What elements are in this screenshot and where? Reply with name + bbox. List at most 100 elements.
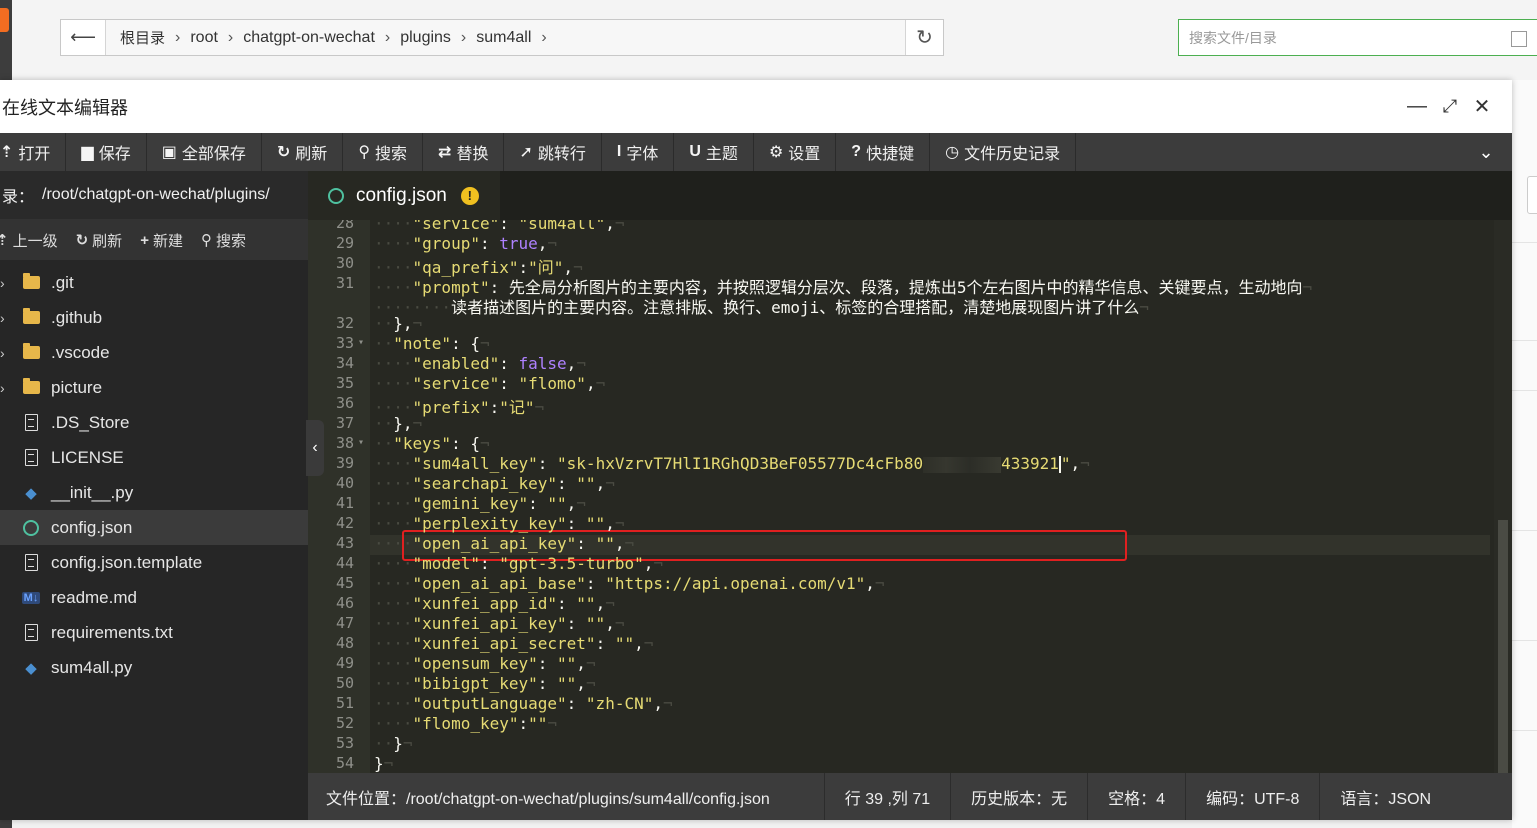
status-encoding[interactable]: 编码：UTF-8 xyxy=(1186,773,1321,820)
file-tree-item[interactable]: LICENSE xyxy=(0,440,308,475)
gear-icon: ⚙ xyxy=(768,144,784,161)
vertical-scrollbar[interactable] xyxy=(1494,220,1512,773)
file-tree-item[interactable]: M↓ readme.md xyxy=(0,580,308,615)
toolbar-history-button[interactable]: ◷ 文件历史记录 xyxy=(930,133,1077,171)
sidebar-action-plus[interactable]: + 新建 xyxy=(140,230,183,251)
scrollbar-thumb[interactable] xyxy=(1498,520,1508,773)
chevron-right-icon: › xyxy=(227,28,234,46)
editor-title: 在线文本编辑器 xyxy=(2,97,128,118)
line-number: 34 xyxy=(335,354,354,372)
line-number: 46 xyxy=(335,594,354,612)
chevron-down-icon[interactable]: ⌄ xyxy=(1460,133,1512,171)
toolbar-label: 字体 xyxy=(626,146,659,163)
toolbar-font-button[interactable]: I 字体 xyxy=(602,133,675,171)
file-name: requirements.txt xyxy=(51,622,173,642)
breadcrumb-item[interactable]: root xyxy=(184,29,224,47)
toolbar-refresh-button[interactable]: ↻ 刷新 xyxy=(262,133,344,171)
save-all-icon: ▣ xyxy=(161,144,177,161)
tab-label: config.json xyxy=(356,184,447,206)
sidebar-action-search[interactable]: ⚲ 搜索 xyxy=(201,230,246,251)
file-tree-item[interactable]: ◆ __init__.py xyxy=(0,475,308,510)
file-tree-item[interactable]: .DS_Store xyxy=(0,405,308,440)
toolbar-label: 跳转行 xyxy=(537,146,586,163)
search-checkbox[interactable] xyxy=(1511,31,1527,47)
file-tree-item[interactable]: ◆ sum4all.py xyxy=(0,650,308,685)
refresh-icon: ↻ xyxy=(276,144,291,161)
toolbar-upload-button[interactable]: ⇡ 打开 xyxy=(0,133,67,171)
status-indent[interactable]: 空格：4 xyxy=(1088,773,1187,820)
folder-icon xyxy=(22,378,40,397)
status-bar: 文件位置：/root/chatgpt-on-wechat/plugins/sum… xyxy=(308,773,1512,820)
code-editor[interactable]: 28 29 30 31 32 33 ▾ 34 35 36 37 38 ▾ 39 40 41 42 43 44 45 46… xyxy=(308,220,1494,773)
toolbar-save-button[interactable]: ▆ 保存 xyxy=(66,133,147,171)
plus-icon: + xyxy=(140,231,149,249)
fold-arrow-icon[interactable]: ▾ xyxy=(358,437,364,448)
file-tree-item[interactable]: › .git xyxy=(0,265,308,300)
chevron-right-icon: › xyxy=(175,28,181,46)
chevron-right-icon[interactable]: › xyxy=(0,345,5,361)
file-tree-item[interactable]: config.json.template xyxy=(0,545,308,580)
breadcrumb-item[interactable]: sum4all xyxy=(470,29,537,47)
help-icon: ? xyxy=(851,143,862,160)
file-tree-item[interactable]: › .vscode xyxy=(0,335,308,370)
file-tree-item[interactable]: › picture xyxy=(0,370,308,405)
toolbar-goto-line-button[interactable]: ➚ 跳转行 xyxy=(504,133,602,171)
file-search-input[interactable]: 搜索文件/目录 xyxy=(1178,19,1537,56)
line-number: 32 xyxy=(335,314,354,332)
document-icon xyxy=(22,449,40,467)
code-line: ····"service": "sum4all",¬ xyxy=(374,220,625,233)
chevron-right-icon[interactable]: › xyxy=(0,310,5,326)
document-icon xyxy=(22,624,40,642)
fold-arrow-icon[interactable]: ▾ xyxy=(358,337,364,348)
minimize-icon[interactable]: — xyxy=(1405,94,1429,118)
folder-icon xyxy=(22,273,40,292)
file-name: LICENSE xyxy=(51,447,124,467)
sidebar-path-label: 目录： xyxy=(0,189,35,206)
tab-config-json[interactable]: config.json ! xyxy=(308,171,500,220)
status-history[interactable]: 历史版本：无 xyxy=(951,773,1089,820)
toolbar-replace-button[interactable]: ⇄ 替换 xyxy=(423,133,505,171)
toolbar-theme-button[interactable]: U 主题 xyxy=(674,133,754,171)
status-language[interactable]: 语言：JSON xyxy=(1320,773,1451,820)
file-tree-item[interactable]: requirements.txt xyxy=(0,615,308,650)
breadcrumb-item[interactable]: 根目录 xyxy=(114,27,171,48)
file-manager-list-edge: 每 xyxy=(1512,80,1537,828)
file-tree-item[interactable]: config.json xyxy=(0,510,308,545)
file-name: .github xyxy=(51,307,103,327)
code-line: ····"opensum_key": "",¬ xyxy=(374,654,596,673)
chevron-right-icon[interactable]: › xyxy=(0,275,5,291)
sidebar-action-refresh[interactable]: ↻ 刷新 xyxy=(76,230,123,251)
back-arrow-icon[interactable]: ⟵ xyxy=(61,20,106,55)
chevron-right-icon[interactable]: › xyxy=(0,380,5,396)
toolbar-label: 保存 xyxy=(98,146,131,163)
code-line: ··},¬ xyxy=(374,414,423,433)
breadcrumb-item[interactable]: chatgpt-on-wechat xyxy=(237,29,381,47)
file-tree-item[interactable]: › .github xyxy=(0,300,308,335)
code-line: ····"perplexity_key": "",¬ xyxy=(374,514,625,533)
goto-line-icon: ➚ xyxy=(519,144,533,161)
line-number: 47 xyxy=(335,614,354,632)
history-icon: ◷ xyxy=(945,144,960,161)
toolbar-gear-button[interactable]: ⚙ 设置 xyxy=(754,133,837,171)
close-icon[interactable]: ✕ xyxy=(1470,94,1494,118)
up-level-icon: ⇡ xyxy=(0,232,9,249)
toolbar-help-button[interactable]: ? 快捷键 xyxy=(836,133,931,171)
list-scroll-control[interactable] xyxy=(1527,176,1537,214)
search-icon: ⚲ xyxy=(358,144,371,161)
toolbar-save-all-button[interactable]: ▣ 全部保存 xyxy=(147,133,262,171)
line-number: 30 xyxy=(335,254,354,272)
breadcrumb-item[interactable]: plugins xyxy=(394,29,457,47)
code-line: ····"model": "gpt-3.5-turbo",¬ xyxy=(374,554,664,573)
file-name: sum4all.py xyxy=(51,657,133,677)
code-line: ····"open_ai_api_key": "",¬ xyxy=(374,534,635,553)
sidebar-action-up-level[interactable]: ⇡ 上一级 xyxy=(0,230,58,251)
maximize-icon[interactable]: ⤢ xyxy=(1438,94,1462,118)
code-line: ········读者描述图片的主要内容。注意排版、换行、emoji、标签的合理搭… xyxy=(374,298,1149,317)
code-line: }¬ xyxy=(374,754,394,773)
collapse-sidebar-chevron-icon[interactable]: ‹ xyxy=(306,420,324,476)
toolbar-search-button[interactable]: ⚲ 搜索 xyxy=(343,133,424,171)
code-line: ··},¬ xyxy=(374,314,423,333)
refresh-icon[interactable]: ↻ xyxy=(905,20,943,55)
editor-toolbar: ⇡ 打开 ▆ 保存 ▣ 全部保存 ↻ 刷新 ⚲ 搜索 ⇄ 替换 ➚ 跳转行 I 字体 U 主题 ⚙ 设置? 快捷键 ◷ 文件… xyxy=(0,133,1512,171)
sidebar-action-label: 新建 xyxy=(152,232,183,250)
